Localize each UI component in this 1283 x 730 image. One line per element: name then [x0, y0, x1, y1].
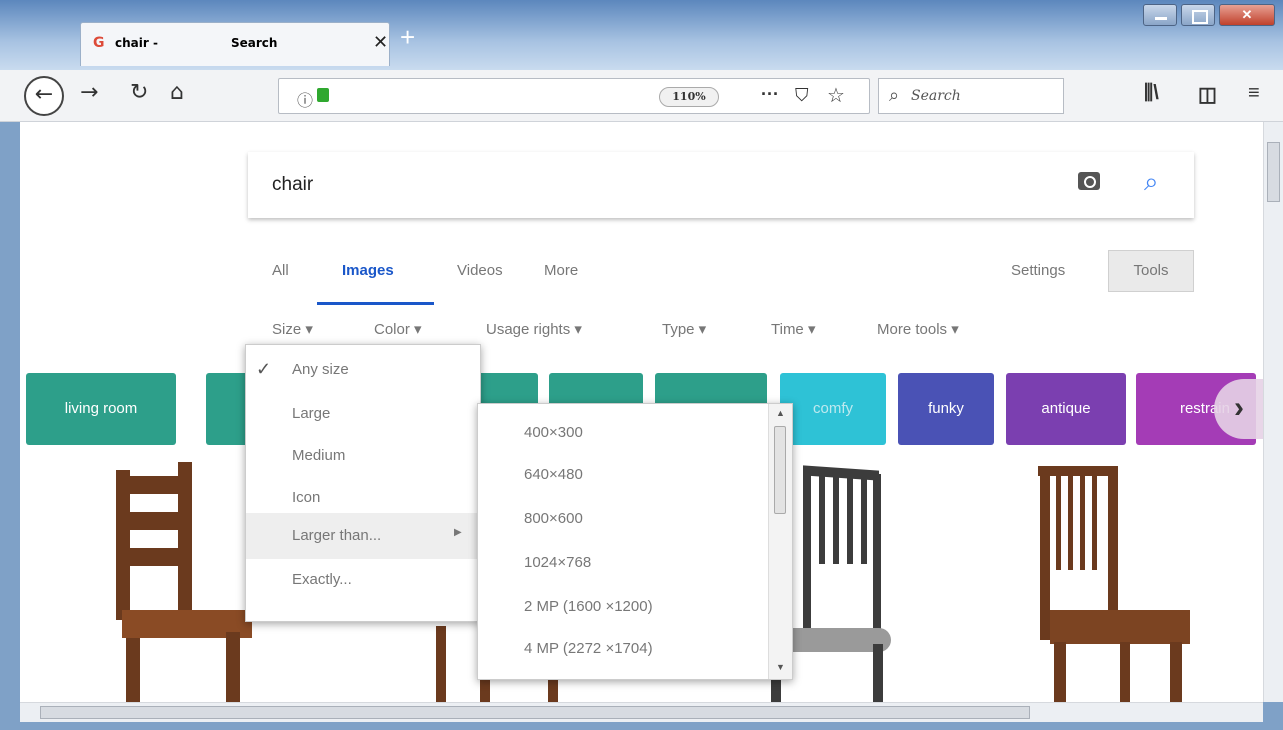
horizontal-scrollbar[interactable]	[20, 702, 1263, 722]
title-bar: G chair - Search ✕ + ✕	[0, 0, 1283, 70]
horizontal-scroll-thumb[interactable]	[40, 706, 1030, 719]
window-border-bottom	[0, 722, 1283, 730]
lock-icon	[317, 88, 329, 102]
sidebar-icon[interactable]: ◫	[1198, 82, 1217, 107]
menu-item-640x480[interactable]: 640×480	[524, 466, 583, 483]
google-search-box[interactable]: chair ⌕	[248, 152, 1194, 218]
menu-item-1024x768[interactable]: 1024×768	[524, 554, 591, 571]
window-border-left	[0, 122, 20, 722]
menu-item-medium[interactable]: Medium	[292, 447, 345, 464]
settings-link[interactable]: Settings	[1011, 262, 1065, 279]
menu-item-400x300[interactable]: 400×300	[524, 424, 583, 441]
search-query[interactable]: chair	[272, 174, 313, 196]
tab-title: chair -	[115, 36, 158, 50]
image-result-chair-1[interactable]	[108, 462, 268, 702]
menu-item-exactly[interactable]: Exactly...	[292, 571, 352, 588]
menu-item-2mp[interactable]: 2 MP (1600 ×1200)	[524, 598, 653, 615]
vertical-scroll-thumb[interactable]	[1267, 142, 1280, 202]
maximize-button[interactable]	[1181, 4, 1215, 26]
google-favicon-icon: G	[93, 35, 105, 51]
time-filter[interactable]: Time ▾	[771, 320, 815, 338]
chip-antique[interactable]: antique	[1006, 373, 1126, 445]
pocket-icon[interactable]: ⛉	[795, 85, 809, 106]
submenu-scroll-thumb[interactable]	[774, 426, 786, 514]
usage-rights-filter[interactable]: Usage rights ▾	[486, 320, 582, 338]
menu-item-larger-than[interactable]: Larger than...	[292, 527, 381, 544]
menu-item-4mp[interactable]: 4 MP (2272 ×1704)	[524, 640, 653, 657]
size-dropdown-menu: ✓ Any size Large Medium Icon Larger than…	[245, 344, 481, 622]
reload-icon[interactable]: ↻	[130, 80, 148, 105]
submenu-arrow-icon: ▶	[454, 527, 462, 538]
chip-comfy[interactable]: comfy	[780, 373, 886, 445]
image-result-chair-4[interactable]	[1030, 466, 1200, 702]
checkmark-icon: ✓	[256, 359, 272, 379]
home-icon[interactable]: ⌂	[170, 80, 184, 105]
page-content: chair ⌕ All Images Videos More Settings …	[20, 122, 1263, 702]
active-tab-underline	[317, 302, 434, 305]
chip-funky[interactable]: funky	[898, 373, 994, 445]
color-filter[interactable]: Color ▾	[374, 320, 422, 338]
page-actions-icon[interactable]: ···	[761, 84, 779, 105]
camera-icon[interactable]	[1078, 172, 1100, 190]
browser-window: G chair - Search ✕ + ✕ ← → ↻ ⌂ ⓘ 110% ··…	[0, 0, 1283, 730]
minimize-button[interactable]	[1143, 4, 1177, 26]
navigation-toolbar: ← → ↻ ⌂ ⓘ 110% ··· ⛉ ☆ ⌕ Search ⫼\ ◫ ≡	[0, 70, 1283, 122]
forward-arrow-icon[interactable]: →	[80, 80, 98, 105]
submenu-scrollbar[interactable]: ▲ ▼	[768, 404, 792, 679]
tab-images[interactable]: Images	[342, 262, 394, 279]
url-bar[interactable]: ⓘ 110% ··· ⛉ ☆	[278, 78, 870, 114]
tab-videos[interactable]: Videos	[457, 262, 503, 279]
tab-title-suffix: Search	[231, 36, 278, 50]
back-arrow-icon[interactable]: ←	[24, 76, 64, 116]
new-tab-icon[interactable]: +	[400, 22, 415, 53]
close-window-button[interactable]: ✕	[1219, 4, 1275, 26]
info-icon[interactable]: ⓘ	[297, 87, 313, 111]
search-icon: ⌕	[889, 85, 900, 105]
tab-all[interactable]: All	[272, 262, 289, 279]
menu-item-icon[interactable]: Icon	[292, 489, 320, 506]
scroll-up-icon[interactable]: ▲	[776, 408, 785, 418]
vertical-scrollbar[interactable]	[1263, 122, 1283, 702]
browser-search-input[interactable]: ⌕ Search	[878, 78, 1064, 114]
search-placeholder: Search	[911, 88, 961, 104]
menu-item-any-size[interactable]: Any size	[292, 361, 349, 378]
more-tools-filter[interactable]: More tools ▾	[877, 320, 959, 338]
larger-than-submenu: 400×300 640×480 800×600 1024×768 2 MP (1…	[477, 403, 793, 680]
close-tab-icon[interactable]: ✕	[373, 32, 388, 53]
library-icon[interactable]: ⫼\	[1144, 82, 1159, 105]
scroll-down-icon[interactable]: ▼	[776, 662, 785, 672]
tools-button[interactable]: Tools	[1108, 250, 1194, 292]
bookmark-star-icon[interactable]: ☆	[827, 83, 845, 108]
menu-item-800x600[interactable]: 800×600	[524, 510, 583, 527]
search-icon[interactable]: ⌕	[1144, 166, 1159, 198]
tab-more[interactable]: More	[544, 262, 578, 279]
menu-icon[interactable]: ≡	[1248, 82, 1260, 105]
browser-tab[interactable]: G chair - Search ✕	[80, 22, 390, 66]
type-filter[interactable]: Type ▾	[662, 320, 706, 338]
size-filter[interactable]: Size ▾	[272, 320, 313, 338]
menu-item-large[interactable]: Large	[292, 405, 330, 422]
zoom-level-badge[interactable]: 110%	[659, 87, 719, 107]
chip-living-room[interactable]: living room	[26, 373, 176, 445]
